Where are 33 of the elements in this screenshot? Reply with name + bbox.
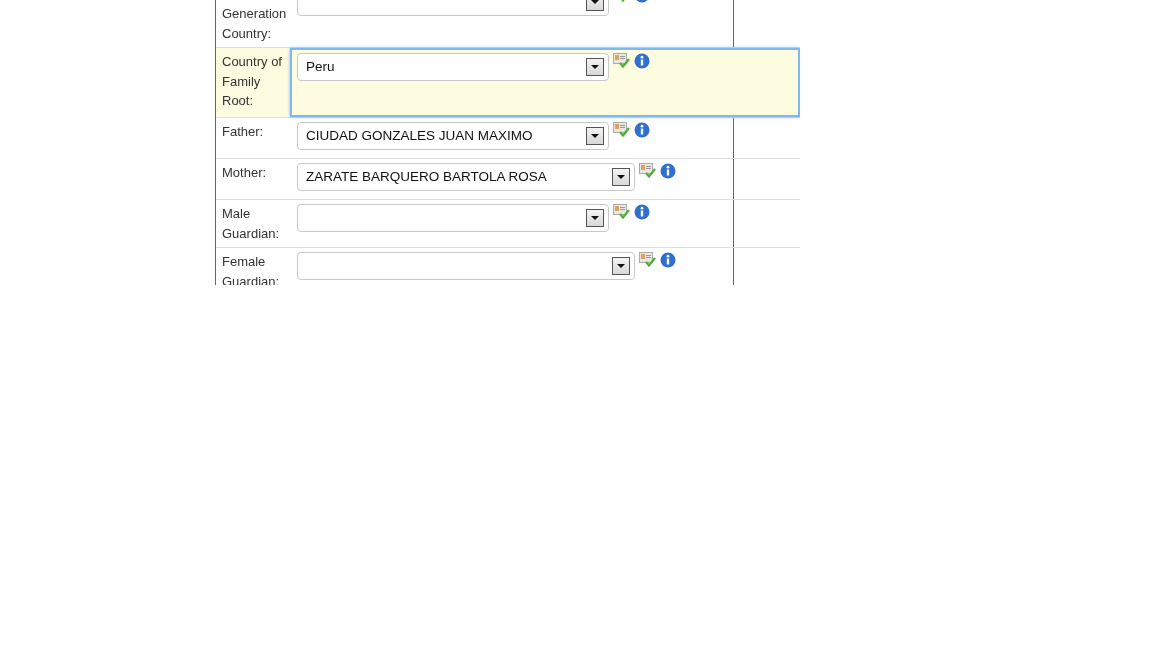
info-icon[interactable] — [634, 122, 650, 138]
dropdown-select[interactable]: Peru — [297, 53, 609, 81]
caret-icon — [591, 65, 599, 69]
caret-icon — [591, 216, 599, 220]
contact-card-check-icon[interactable] — [613, 204, 630, 219]
info-icon[interactable] — [660, 163, 676, 179]
contact-card-check-icon[interactable] — [639, 252, 656, 267]
field-label: Country of Family Root: — [216, 48, 290, 117]
caret-icon — [591, 134, 599, 138]
dropdown-select[interactable]: ZARATE BARQUERO BARTOLA ROSA — [297, 163, 635, 191]
dropdown-arrow-button[interactable] — [612, 257, 630, 275]
field-label: Father: — [221, 123, 265, 141]
info-icon[interactable] — [634, 53, 650, 69]
dropdown-arrow-button[interactable] — [586, 58, 604, 76]
info-icon[interactable] — [634, 204, 650, 220]
contact-card-check-icon[interactable] — [639, 163, 656, 178]
field-label: Generation Country: — [221, 5, 288, 43]
caret-icon — [591, 0, 599, 4]
dropdown-arrow-button[interactable] — [586, 209, 604, 227]
field-label: Mother: — [221, 164, 268, 182]
select-value: ZARATE BARQUERO BARTOLA ROSA — [306, 167, 547, 186]
dropdown-arrow-button[interactable] — [612, 168, 630, 186]
dropdown-arrow-button[interactable] — [586, 127, 604, 145]
contact-card-check-icon[interactable] — [613, 122, 630, 137]
caret-icon — [617, 264, 625, 268]
caret-icon — [617, 175, 625, 179]
select-value: CIUDAD GONZALES JUAN MAXIMO — [306, 126, 533, 145]
field-label: Female Guardian: — [221, 253, 281, 285]
field-label: Male Guardian: — [221, 205, 281, 243]
dropdown-select[interactable]: CIUDAD GONZALES JUAN MAXIMO — [297, 122, 609, 150]
select-value: Peru — [306, 57, 335, 76]
contact-card-check-icon[interactable] — [613, 53, 630, 68]
info-icon[interactable] — [660, 252, 676, 268]
